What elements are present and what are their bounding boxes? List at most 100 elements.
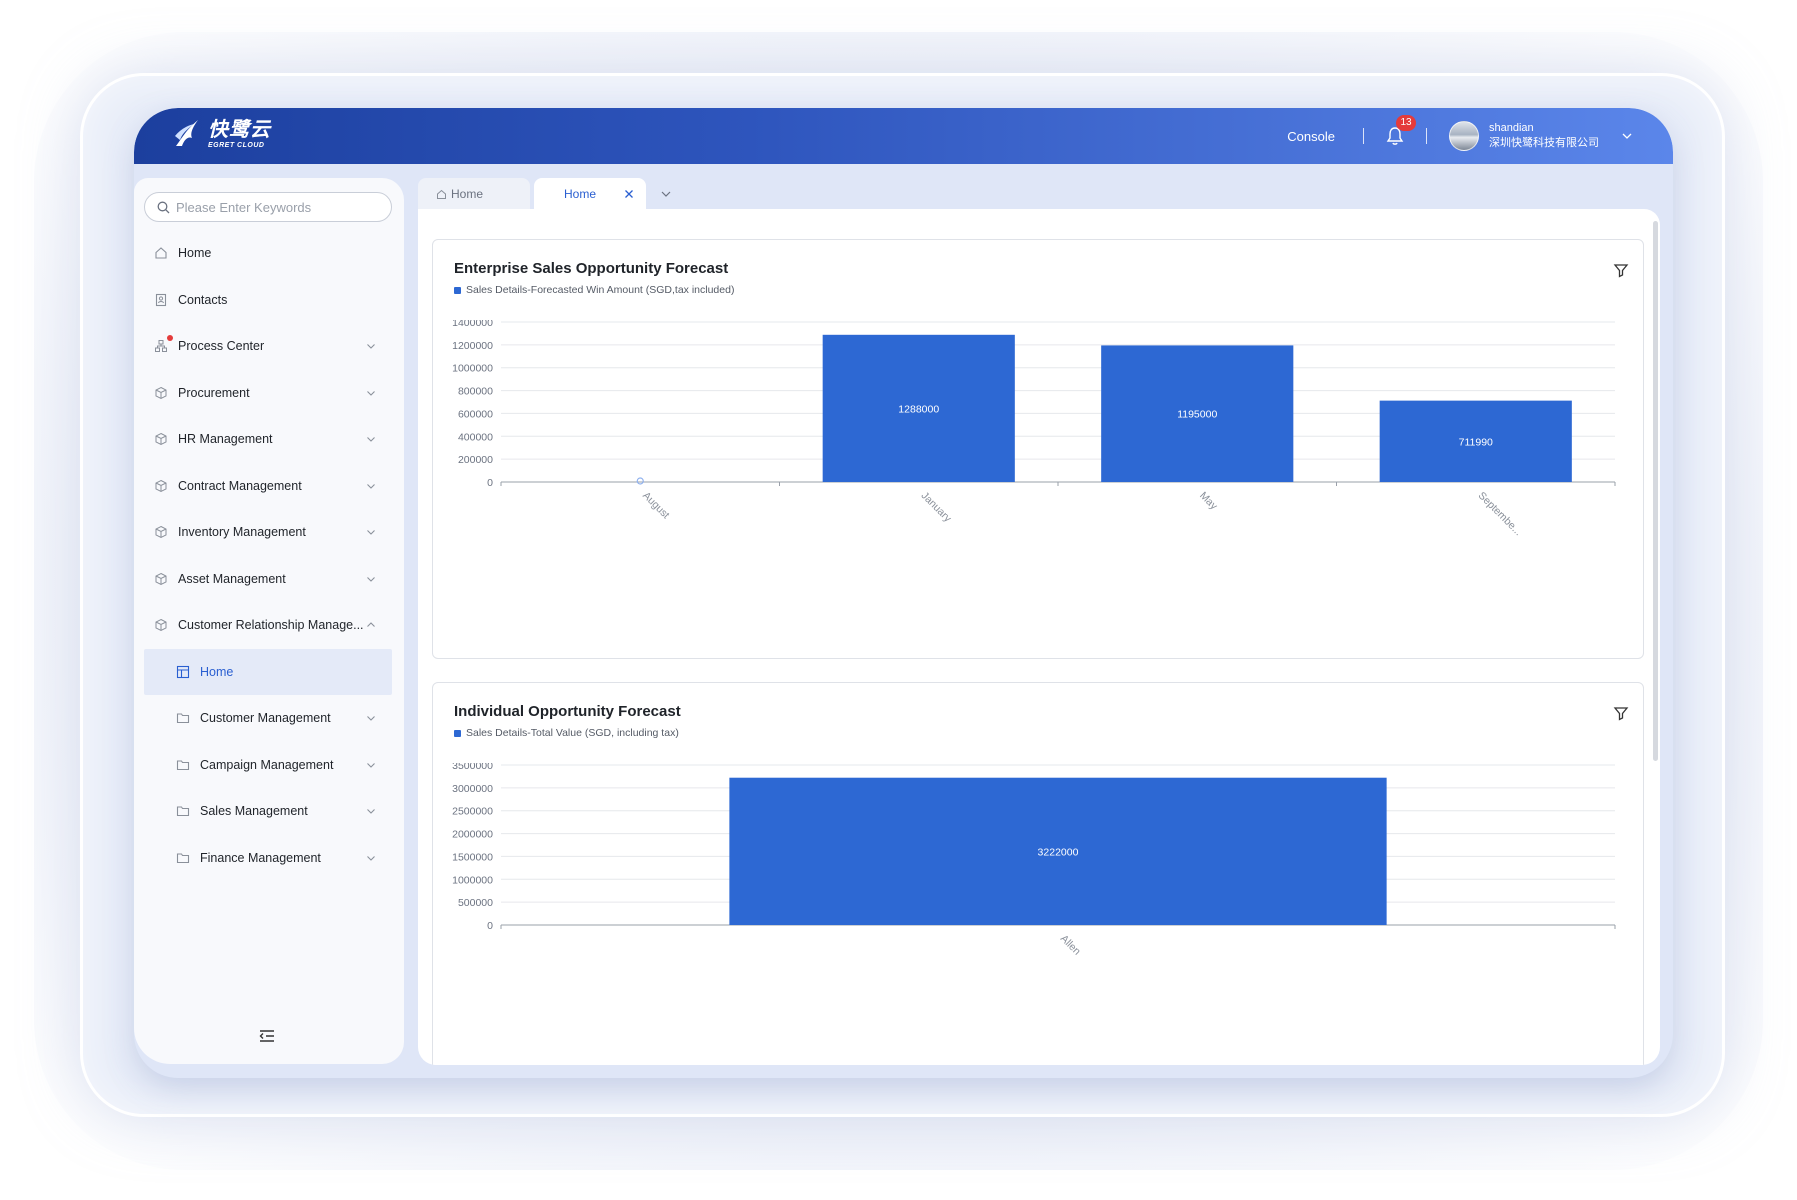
y-tick-label: 1000000 [452, 874, 493, 886]
scrollbar[interactable] [1653, 221, 1658, 761]
tab-home-pinned[interactable]: Home [418, 178, 530, 210]
y-tick-label: 500000 [458, 897, 493, 909]
close-icon[interactable] [624, 189, 634, 199]
sidebar-item-contacts[interactable]: Contacts [144, 277, 392, 324]
x-tick-label: Allen [1058, 933, 1083, 958]
y-tick-label: 200000 [458, 454, 493, 466]
bar-chart-individual: 0 500000 1000000 1500000 2000000 2500000 30000… [452, 763, 1616, 958]
filter-icon[interactable] [1613, 262, 1629, 278]
sidebar-menu: Home Contacts Process Center Procurement… [144, 230, 392, 881]
sidebar: Home Contacts Process Center Procurement… [134, 178, 404, 1064]
chevron-down-icon [367, 716, 375, 722]
y-tick-label: 1200000 [452, 340, 493, 352]
y-tick-label: 0 [487, 477, 493, 489]
chevron-down-icon [367, 344, 375, 350]
search-box[interactable] [144, 192, 392, 222]
filter-icon[interactable] [1613, 705, 1629, 721]
chevron-down-icon [1622, 133, 1632, 139]
legend-label: Sales Details-Forecasted Win Amount (SGD… [466, 284, 735, 296]
sidebar-item-customer-management[interactable]: Customer Management [144, 695, 392, 742]
legend-swatch [454, 286, 461, 294]
chart-title: Individual Opportunity Forecast [454, 703, 681, 720]
sidebar-item-home[interactable]: Home [144, 230, 392, 277]
sidebar-item-asset-management[interactable]: Asset Management [144, 556, 392, 603]
bar-value-label: 1195000 [1177, 409, 1217, 421]
top-header: 快鹭云 EGRET CLOUD Console 13 shandian 深圳快鹭… [134, 108, 1673, 164]
folder-icon [176, 760, 190, 770]
sidebar-item-label: Customer Relationship Manage... [178, 618, 364, 633]
folder-icon [176, 853, 190, 863]
logo-text-en: EGRET CLOUD [208, 141, 265, 149]
zero-point-marker [636, 477, 644, 485]
user-organization: 深圳快鹭科技有限公司 [1489, 137, 1599, 149]
folder-icon [176, 806, 190, 817]
tab-label: Home [451, 187, 484, 201]
sidebar-item-label: Campaign Management [200, 757, 334, 772]
header-divider [1426, 128, 1427, 144]
bar-value-label: 3222000 [1038, 846, 1079, 858]
notification-badge: 13 [1396, 115, 1416, 131]
process-icon [155, 340, 167, 353]
main-content: Enterprise Sales Opportunity Forecast Sa… [418, 209, 1660, 1065]
sidebar-item-procurement[interactable]: Procurement [144, 370, 392, 417]
app-window: 快鹭云 EGRET CLOUD Console 13 shandian 深圳快鹭… [134, 108, 1673, 1078]
sidebar-item-label: Home [178, 246, 212, 261]
chevron-down-icon [367, 390, 375, 396]
unread-dot [167, 335, 173, 341]
sidebar-item-label: Contacts [178, 292, 228, 307]
sidebar-item-contract-management[interactable]: Contract Management [144, 463, 392, 510]
sidebar-item-label: Customer Management [200, 711, 331, 726]
sidebar-item-label: Home [200, 664, 234, 679]
chart-legend[interactable]: Sales Details-Forecasted Win Amount (SGD… [454, 284, 734, 296]
egret-logo-icon [175, 120, 198, 146]
sidebar-item-finance-management[interactable]: Finance Management [144, 835, 392, 882]
header-divider [1363, 128, 1364, 144]
sidebar-item-sales-management[interactable]: Sales Management [144, 788, 392, 835]
x-tick-label: May [1197, 490, 1220, 513]
brand-logo[interactable]: 快鹭云 EGRET CLOUD [172, 116, 271, 152]
notifications-button[interactable]: 13 [1386, 115, 1416, 146]
user-menu[interactable]: shandian 深圳快鹭科技有限公司 [1449, 121, 1633, 151]
sidebar-item-label: HR Management [178, 432, 273, 447]
bar-value-label: 711990 [1459, 436, 1493, 448]
sidebar-item-label: Sales Management [200, 804, 308, 819]
y-tick-label: 400000 [458, 431, 493, 443]
chevron-down-icon [367, 855, 375, 861]
y-tick-label: 0 [487, 920, 493, 932]
x-tick-label: August [640, 490, 672, 522]
sidebar-item-inventory-management[interactable]: Inventory Management [144, 509, 392, 556]
chart-card-individual: Individual Opportunity Forecast Sales De… [432, 682, 1644, 1065]
sidebar-item-hr-management[interactable]: HR Management [144, 416, 392, 463]
y-tick-label: 1000000 [452, 363, 493, 375]
cube-icon [155, 526, 167, 539]
home-icon [437, 189, 446, 199]
tab-label: Home [564, 187, 597, 201]
sidebar-item-label: Procurement [178, 385, 250, 400]
cube-icon [155, 479, 167, 492]
chevron-down-icon [367, 762, 375, 768]
sidebar-item-label: Asset Management [178, 571, 286, 586]
collapse-sidebar-icon[interactable] [258, 1028, 276, 1044]
chevron-down-icon [367, 809, 375, 815]
avatar [1449, 121, 1479, 151]
console-link[interactable]: Console [1287, 129, 1335, 144]
sidebar-item-crm-home[interactable]: Home [144, 648, 392, 695]
sidebar-item-crm[interactable]: Customer Relationship Manage... [144, 602, 392, 649]
chevron-down-icon[interactable] [660, 188, 672, 200]
chart-legend[interactable]: Sales Details-Total Value (SGD, includin… [454, 727, 679, 739]
sidebar-item-label: Contract Management [178, 478, 302, 493]
sidebar-item-process-center[interactable]: Process Center [144, 323, 392, 370]
legend-swatch [454, 729, 461, 737]
x-tick-label: January [919, 490, 954, 525]
y-tick-label: 800000 [458, 386, 493, 398]
logo-text-cn: 快鹭云 [208, 118, 271, 141]
folder-icon [176, 713, 190, 724]
tab-home-active[interactable]: Home [534, 178, 646, 210]
search-input[interactable] [176, 199, 376, 215]
sidebar-item-campaign-management[interactable]: Campaign Management [144, 742, 392, 789]
cube-icon [155, 572, 167, 585]
user-name: shandian [1489, 122, 1534, 135]
home-icon [155, 247, 167, 259]
legend-label: Sales Details-Total Value (SGD, includin… [466, 727, 679, 739]
chevron-down-icon [367, 437, 375, 443]
